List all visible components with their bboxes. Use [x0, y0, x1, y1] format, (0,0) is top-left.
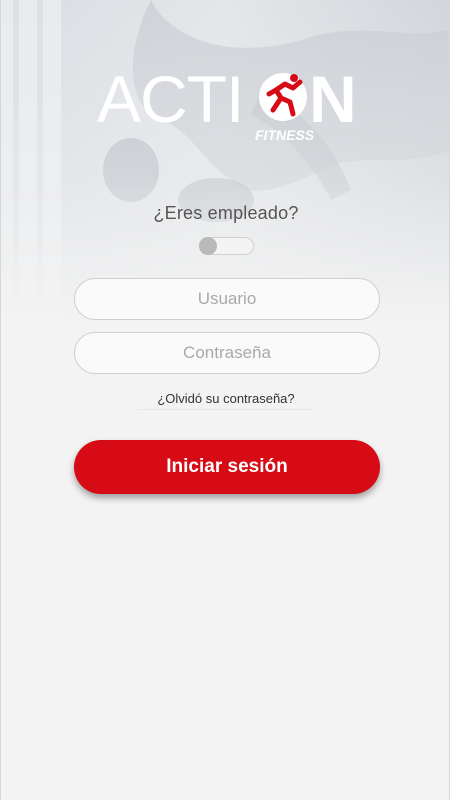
employee-question: ¿Eres empleado? [153, 203, 299, 223]
gym-background-image [1, 0, 449, 320]
employee-toggle[interactable] [199, 237, 254, 255]
svg-text:FITNESS: FITNESS [255, 127, 315, 143]
svg-text:N: N [309, 64, 357, 136]
forgot-password-link[interactable]: ¿Olvidó su contraseña? [138, 390, 314, 410]
toggle-knob [199, 237, 217, 255]
username-input[interactable] [74, 278, 380, 320]
svg-text:ACTI: ACTI [97, 64, 243, 136]
password-input[interactable] [74, 332, 380, 374]
action-fitness-logo: ACTI N FITNESS [97, 64, 357, 143]
login-button[interactable]: Iniciar sesión [74, 440, 380, 494]
login-screen: ACTI N FITNESS ¿Eres empleado? ¿Olvidó s… [0, 0, 450, 800]
